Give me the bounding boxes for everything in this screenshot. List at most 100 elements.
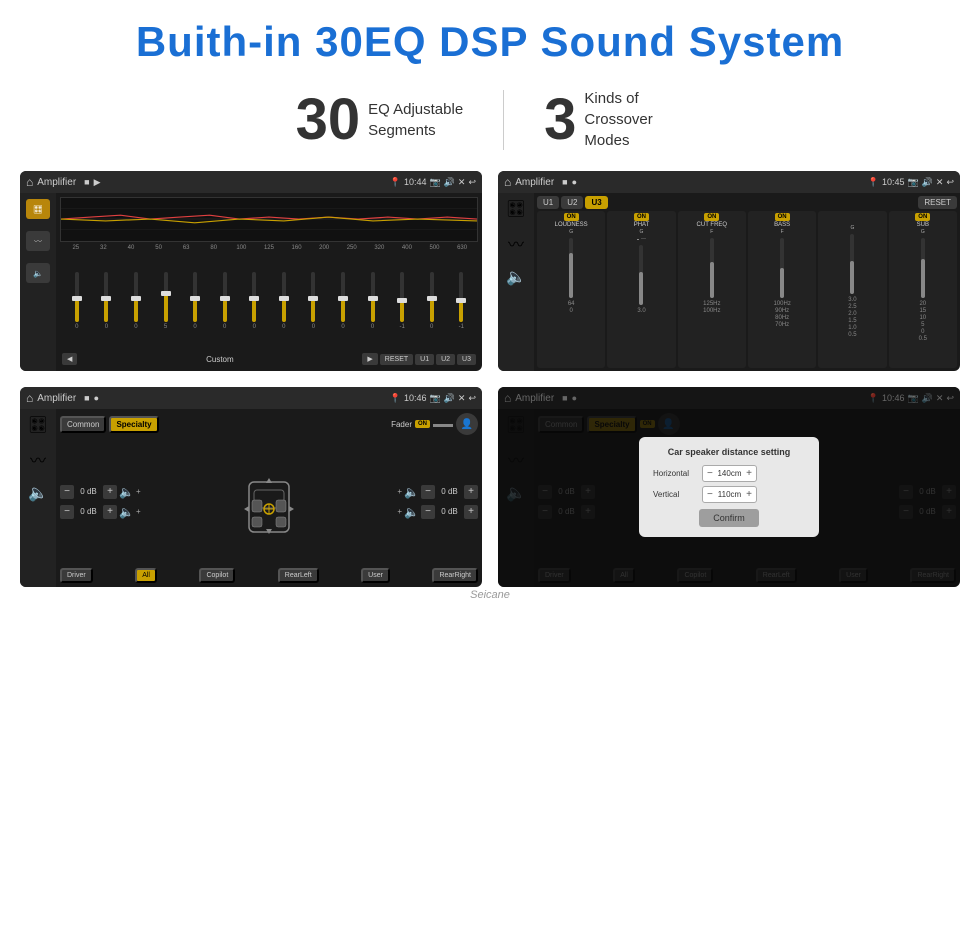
balance-left: − 0 dB + 🔈 + − 0 dB + 🔈 +	[60, 485, 141, 519]
slider-col-2: 0	[92, 272, 122, 330]
slider-track-10[interactable]	[341, 272, 345, 322]
location-icon-2: 📍	[868, 177, 879, 188]
slider-track-5[interactable]	[193, 272, 197, 322]
eq-next-btn[interactable]: ▶	[362, 353, 377, 365]
db-minus-rl[interactable]: −	[60, 505, 74, 519]
channel-cutfreq: ON CUT FREQ F 125Hz 100Hz	[678, 211, 746, 368]
phat-on[interactable]: ON	[634, 213, 649, 221]
eq-tune-btn[interactable]: 🎛	[26, 199, 50, 219]
dot-icon-3: ●	[94, 393, 99, 403]
confirm-button[interactable]: Confirm	[699, 509, 759, 527]
screenshot-crossover: ⌂ Amplifier ■ ● 📍 10:45 📷 🔊 ✕ ↩ 🎛 〰 🔈	[498, 171, 960, 371]
db-control-fr: + 🔈 − 0 dB +	[397, 485, 478, 499]
xover-tune-btn[interactable]: 🎛	[506, 199, 526, 219]
freq-630: 630	[448, 245, 476, 251]
channel-sub: ON SUB G 20 15 10 5 0 0.5	[889, 211, 957, 368]
db-plus-rl[interactable]: +	[103, 505, 117, 519]
vertical-label: Vertical	[653, 490, 698, 499]
eq-main: 25 32 40 50 63 80 100 125 160 200 250 32…	[56, 193, 482, 371]
sub-slider[interactable]	[921, 238, 925, 298]
g1-slider[interactable]	[850, 234, 854, 294]
slider-col-1: 0	[62, 272, 92, 330]
phat-slider[interactable]	[639, 245, 643, 305]
all-btn[interactable]: All	[135, 568, 157, 583]
freq-250: 250	[338, 245, 366, 251]
bass-on[interactable]: ON	[775, 213, 790, 221]
eq-u1-btn[interactable]: U1	[415, 354, 434, 365]
slider-track-9[interactable]	[311, 272, 315, 322]
common-btn[interactable]: Common	[60, 416, 106, 433]
bal-wave-btn[interactable]: 〰	[30, 447, 46, 471]
cutfreq-slider[interactable]	[710, 238, 714, 298]
camera-icon-1: 📷	[429, 177, 440, 188]
slider-col-6: 0	[210, 272, 240, 330]
record-icon-1: ■	[84, 177, 89, 187]
eq-reset-btn[interactable]: RESET	[380, 354, 413, 365]
slider-track-7[interactable]	[252, 272, 256, 322]
xover-wave-btn[interactable]: 〰	[508, 231, 524, 255]
back-icon-2: ↩	[946, 177, 954, 188]
cutfreq-on[interactable]: ON	[704, 213, 719, 221]
speaker-rr: 🔈	[404, 505, 419, 519]
xover-vol-btn[interactable]: 🔈	[506, 267, 526, 287]
db-plus-fl[interactable]: +	[103, 485, 117, 499]
fader-on[interactable]: ON	[415, 420, 430, 428]
user-btn[interactable]: User	[361, 568, 390, 583]
bal-vol-btn[interactable]: 🔈	[28, 483, 48, 503]
rearright-btn[interactable]: RearRight	[432, 568, 478, 583]
eq-u3-btn[interactable]: U3	[457, 354, 476, 365]
specialty-btn[interactable]: Specialty	[109, 416, 158, 433]
eq-vol-btn[interactable]: 🔈	[26, 263, 50, 283]
camera-icon-2: 📷	[907, 177, 918, 188]
eq-screen: 🎛 〰 🔈	[20, 193, 482, 371]
horizontal-plus[interactable]: +	[746, 468, 752, 479]
fader-icon: ▬▬	[433, 419, 453, 430]
home-icon-2[interactable]: ⌂	[504, 175, 511, 189]
db-plus-rr[interactable]: +	[464, 505, 478, 519]
db-plus-fr[interactable]: +	[464, 485, 478, 499]
eq-nav: ◀ Custom ▶ RESET U1 U2 U3	[60, 351, 478, 367]
bass-slider[interactable]	[780, 238, 784, 298]
eq-prev-btn[interactable]: ◀	[62, 353, 77, 365]
home-icon-3[interactable]: ⌂	[26, 391, 33, 405]
rearleft-btn[interactable]: RearLeft	[278, 568, 319, 583]
freq-63: 63	[172, 245, 200, 251]
vertical-plus[interactable]: +	[746, 489, 752, 500]
horizontal-minus[interactable]: −	[707, 468, 713, 479]
eq-u2-btn[interactable]: U2	[436, 354, 455, 365]
slider-track-13[interactable]	[430, 272, 434, 322]
slider-track-6[interactable]	[223, 272, 227, 322]
preset-u3[interactable]: U3	[585, 196, 607, 209]
slider-track-3[interactable]	[134, 272, 138, 322]
vertical-minus[interactable]: −	[707, 489, 713, 500]
slider-track-14[interactable]	[459, 272, 463, 322]
slider-track-11[interactable]	[371, 272, 375, 322]
preset-u2[interactable]: U2	[561, 196, 583, 209]
db-minus-rr[interactable]: −	[421, 505, 435, 519]
slider-track-8[interactable]	[282, 272, 286, 322]
db-minus-fr[interactable]: −	[421, 485, 435, 499]
record-icon-2: ■	[562, 177, 567, 187]
person-icon[interactable]: 👤	[456, 413, 478, 435]
slider-track-4[interactable]	[164, 272, 168, 322]
back-icon-1: ↩	[468, 177, 476, 188]
sub-on[interactable]: ON	[915, 213, 930, 221]
loudness-on[interactable]: ON	[564, 213, 579, 221]
preset-reset[interactable]: RESET	[918, 196, 957, 209]
bal-tune-btn[interactable]: 🎛	[28, 415, 48, 435]
volume-icon-2: 🔊	[922, 177, 933, 188]
db-minus-fl[interactable]: −	[60, 485, 74, 499]
home-icon-1[interactable]: ⌂	[26, 175, 33, 189]
slider-track-1[interactable]	[75, 272, 79, 322]
record-icon-3: ■	[84, 393, 89, 403]
screenshot-dialog: ⌂ Amplifier ■ ● 📍 10:46 📷 🔊 ✕ ↩ 🎛 〰 🔈	[498, 387, 960, 587]
slider-track-2[interactable]	[104, 272, 108, 322]
close-icon-2: ✕	[936, 177, 944, 188]
driver-btn[interactable]: Driver	[60, 568, 93, 583]
eq-wave-btn[interactable]: 〰	[26, 231, 50, 251]
stats-row: 30 EQ AdjustableSegments 3 Kinds ofCross…	[0, 76, 980, 171]
loudness-slider[interactable]	[569, 238, 573, 298]
copilot-btn[interactable]: Copilot	[199, 568, 235, 583]
slider-track-12[interactable]	[400, 272, 404, 322]
preset-u1[interactable]: U1	[537, 196, 559, 209]
